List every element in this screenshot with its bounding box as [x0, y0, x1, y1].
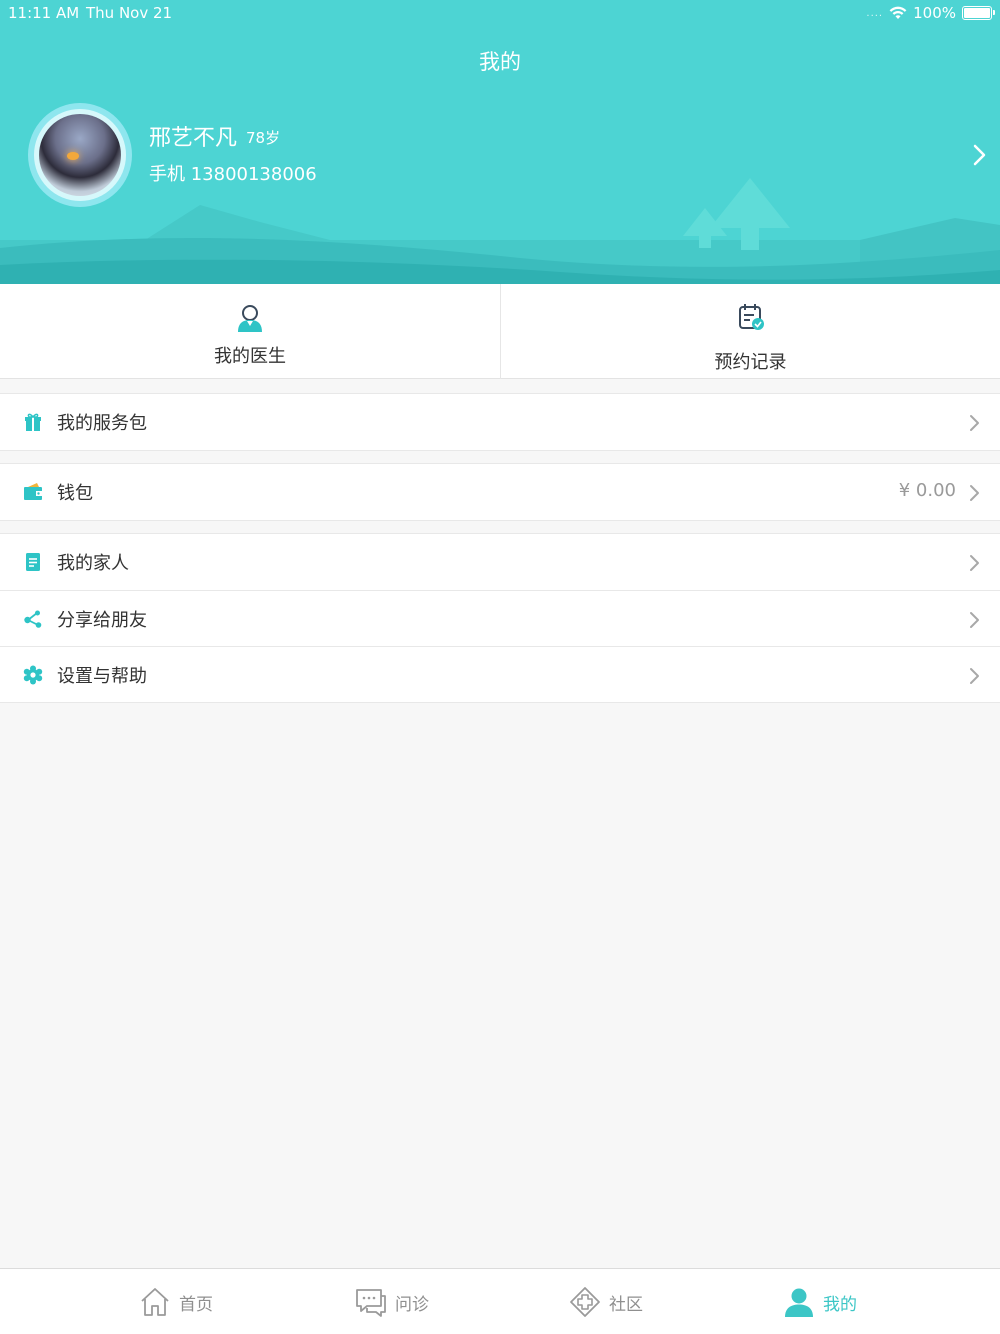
menu-item-settings[interactable]: 设置与帮助 [0, 646, 1000, 702]
menu-group-more: 我的家人 分享给朋友 设置与帮助 [0, 533, 1000, 703]
tab-bar: 首页 问诊 社区 我的 [0, 1268, 1000, 1334]
my-doctor-label: 我的医生 [214, 346, 286, 367]
tab-mine[interactable]: 我的 [783, 1269, 857, 1334]
profile-header: 11:11 AM Thu Nov 21 .... 100% 我的 邢艺不凡 78… [0, 0, 1000, 284]
appointment-records-button[interactable]: 预约记录 [500, 284, 1000, 379]
menu-item-share[interactable]: 分享给朋友 [0, 590, 1000, 646]
chevron-right-icon [970, 485, 979, 501]
document-icon [26, 553, 40, 571]
profile-chevron-icon[interactable] [968, 142, 990, 168]
status-bar: 11:11 AM Thu Nov 21 .... 100% [0, 0, 1000, 28]
status-right: .... 100% [866, 4, 995, 22]
tab-home-label: 首页 [179, 1294, 213, 1315]
tab-consult-label: 问诊 [395, 1294, 429, 1315]
tab-home[interactable]: 首页 [139, 1269, 213, 1334]
status-date: Thu Nov 21 [86, 4, 173, 22]
user-phone: 手机 13800138006 [149, 164, 317, 185]
chevron-right-icon [970, 612, 979, 628]
status-time: 11:11 AM [8, 4, 80, 22]
user-name: 邢艺不凡 [149, 126, 238, 151]
tab-community-label: 社区 [609, 1294, 643, 1315]
avatar-image [39, 114, 121, 196]
calendar-icon [739, 304, 764, 330]
battery-percent: 100% [913, 4, 956, 22]
chevron-right-icon [970, 668, 979, 684]
tab-mine-label: 我的 [823, 1294, 857, 1315]
gift-icon [25, 413, 41, 431]
gear-icon [23, 665, 43, 685]
settings-label: 设置与帮助 [57, 666, 147, 687]
wifi-icon [889, 6, 907, 19]
wallet-icon [24, 483, 42, 500]
doctor-icon [238, 305, 262, 332]
tab-community[interactable]: 社区 [569, 1269, 643, 1334]
header-decoration [0, 178, 1000, 284]
menu-item-family[interactable]: 我的家人 [0, 534, 1000, 590]
home-icon [141, 1288, 169, 1316]
menu-group-services: 我的服务包 [0, 393, 1000, 451]
chevron-right-icon [970, 415, 979, 431]
avatar[interactable] [28, 103, 132, 207]
quick-actions: 我的医生 预约记录 [0, 284, 1000, 379]
appointment-records-label: 预约记录 [714, 352, 787, 373]
family-label: 我的家人 [57, 553, 129, 574]
wallet-label: 钱包 [57, 483, 93, 504]
community-icon [570, 1287, 600, 1317]
service-package-label: 我的服务包 [57, 413, 147, 434]
menu-item-wallet[interactable]: 钱包 ¥ 0.00 [0, 464, 1000, 520]
my-doctor-button[interactable]: 我的医生 [0, 284, 500, 379]
user-age: 78岁 [246, 129, 281, 147]
share-label: 分享给朋友 [57, 610, 147, 631]
chevron-right-icon [970, 555, 979, 571]
page-title: 我的 [479, 50, 521, 74]
chat-icon [356, 1289, 386, 1317]
wallet-balance: ¥ 0.00 [898, 480, 956, 501]
menu-item-service-package[interactable]: 我的服务包 [0, 394, 1000, 450]
battery-icon [962, 6, 995, 20]
user-icon [785, 1288, 813, 1317]
share-icon [24, 610, 42, 628]
tab-consult[interactable]: 问诊 [355, 1269, 429, 1334]
menu-group-wallet: 钱包 ¥ 0.00 [0, 463, 1000, 521]
signal-icon: .... [866, 7, 884, 19]
